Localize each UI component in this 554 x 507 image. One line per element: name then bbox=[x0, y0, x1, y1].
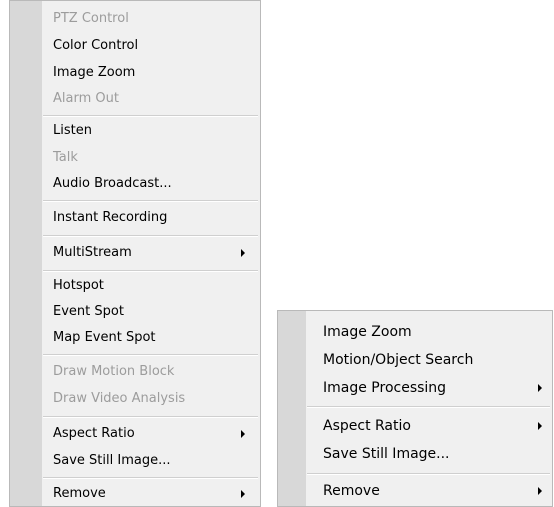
menu-item-save-still-image[interactable]: Save Still Image... bbox=[53, 448, 260, 474]
menu-item-image-processing[interactable]: Image Processing bbox=[323, 375, 552, 401]
menu-item-remove[interactable]: Remove bbox=[323, 478, 552, 504]
menu-separator bbox=[43, 270, 258, 272]
menu-item-label: Save Still Image... bbox=[53, 453, 171, 468]
menu-separator bbox=[43, 477, 258, 479]
menu-item-draw-motion-block: Draw Motion Block bbox=[53, 359, 260, 385]
menu-item-label: Alarm Out bbox=[53, 91, 119, 106]
menu-item-label: Image Processing bbox=[323, 380, 447, 396]
menu-item-map-event-spot[interactable]: Map Event Spot bbox=[53, 325, 260, 351]
menu-item-ptz-control: PTZ Control bbox=[53, 6, 260, 32]
menu-separator bbox=[43, 200, 258, 202]
menu-item-remove[interactable]: Remove bbox=[53, 481, 260, 507]
menu-item-hotspot[interactable]: Hotspot bbox=[53, 273, 260, 299]
submenu-arrow-icon bbox=[538, 384, 542, 392]
submenu-arrow-icon bbox=[241, 249, 245, 257]
menu-item-label: Image Zoom bbox=[323, 324, 412, 340]
submenu-arrow-icon bbox=[241, 430, 245, 438]
menu-item-label: Audio Broadcast... bbox=[53, 176, 172, 191]
menu-item-label: PTZ Control bbox=[53, 11, 129, 26]
submenu-arrow-icon bbox=[241, 490, 245, 498]
menu-item-save-still-image[interactable]: Save Still Image... bbox=[323, 441, 552, 467]
context-menu-compact: Image Zoom Motion/Object Search Image Pr… bbox=[277, 310, 553, 507]
menu-item-label: Save Still Image... bbox=[323, 446, 450, 462]
menu-item-listen[interactable]: Listen bbox=[53, 118, 260, 144]
menu-item-label: Image Zoom bbox=[53, 65, 136, 80]
menu-item-label: Instant Recording bbox=[53, 210, 168, 225]
menu-item-draw-video-analysis: Draw Video Analysis bbox=[53, 386, 260, 412]
menu-separator bbox=[307, 406, 550, 408]
menu-separator bbox=[43, 416, 258, 418]
menu-item-label: Event Spot bbox=[53, 304, 124, 319]
menu-item-multistream[interactable]: MultiStream bbox=[53, 240, 260, 266]
menu-item-image-zoom[interactable]: Image Zoom bbox=[323, 319, 552, 345]
menu-item-label: Motion/Object Search bbox=[323, 352, 474, 368]
menu-separator bbox=[43, 354, 258, 356]
menu-item-label: Listen bbox=[53, 123, 92, 138]
menu-item-motion-object-search[interactable]: Motion/Object Search bbox=[323, 347, 552, 373]
menu-item-event-spot[interactable]: Event Spot bbox=[53, 299, 260, 325]
menu-item-label: Color Control bbox=[53, 38, 139, 53]
menu-item-aspect-ratio[interactable]: Aspect Ratio bbox=[323, 413, 552, 439]
menu-item-label: Draw Motion Block bbox=[53, 364, 175, 379]
menu-item-label: Draw Video Analysis bbox=[53, 391, 186, 406]
menu-separator bbox=[43, 115, 258, 117]
menu-item-talk: Talk bbox=[53, 145, 260, 171]
submenu-arrow-icon bbox=[538, 422, 542, 430]
menu-item-label: Remove bbox=[323, 483, 380, 499]
menu-item-label: Hotspot bbox=[53, 278, 104, 293]
menu-item-color-control[interactable]: Color Control bbox=[53, 33, 260, 59]
menu-item-instant-recording[interactable]: Instant Recording bbox=[53, 205, 260, 231]
menu-item-alarm-out: Alarm Out bbox=[53, 86, 260, 112]
menu-separator bbox=[307, 473, 550, 475]
menu-item-label: Map Event Spot bbox=[53, 330, 156, 345]
context-menu-full: PTZ Control Color Control Image Zoom Ala… bbox=[9, 0, 261, 507]
submenu-arrow-icon bbox=[538, 487, 542, 495]
menu-item-label: Aspect Ratio bbox=[53, 426, 135, 441]
menu-separator bbox=[43, 235, 258, 237]
menu-item-aspect-ratio[interactable]: Aspect Ratio bbox=[53, 421, 260, 447]
menu-item-label: Remove bbox=[53, 486, 106, 501]
menu-item-image-zoom[interactable]: Image Zoom bbox=[53, 60, 260, 86]
menu-item-audio-broadcast[interactable]: Audio Broadcast... bbox=[53, 171, 260, 197]
menu-item-label: Talk bbox=[53, 150, 78, 165]
menu-item-label: MultiStream bbox=[53, 245, 132, 260]
menu-item-label: Aspect Ratio bbox=[323, 418, 411, 434]
